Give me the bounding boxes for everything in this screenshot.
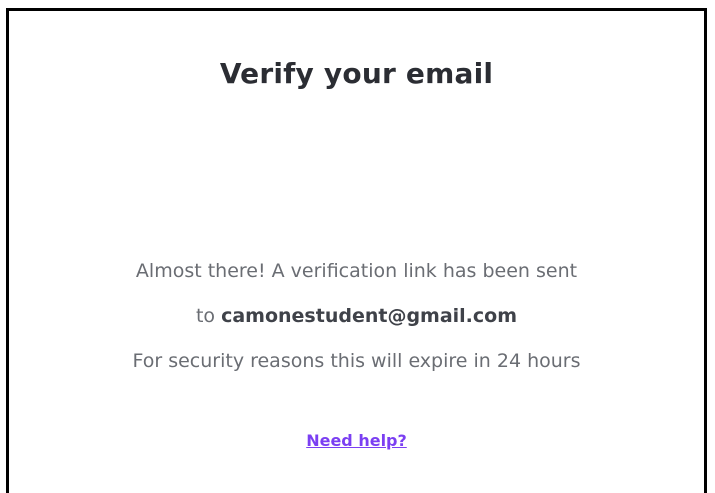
verify-email-card: Verify your email Almost there! A verifi… <box>6 8 707 493</box>
message-line-3: For security reasons this will expire in… <box>132 350 581 372</box>
message-line-2: to camonestudent@gmail.com <box>9 294 704 339</box>
verification-message: Almost there! A verification link has be… <box>9 249 704 384</box>
need-help-link[interactable]: Need help? <box>306 431 407 450</box>
page-title: Verify your email <box>219 57 494 90</box>
recipient-email: camonestudent@gmail.com <box>221 305 518 327</box>
message-line-2-prefix: to <box>195 305 222 327</box>
message-line-1: Almost there! A verification link has be… <box>135 260 578 282</box>
help-container: Need help? <box>9 431 704 450</box>
